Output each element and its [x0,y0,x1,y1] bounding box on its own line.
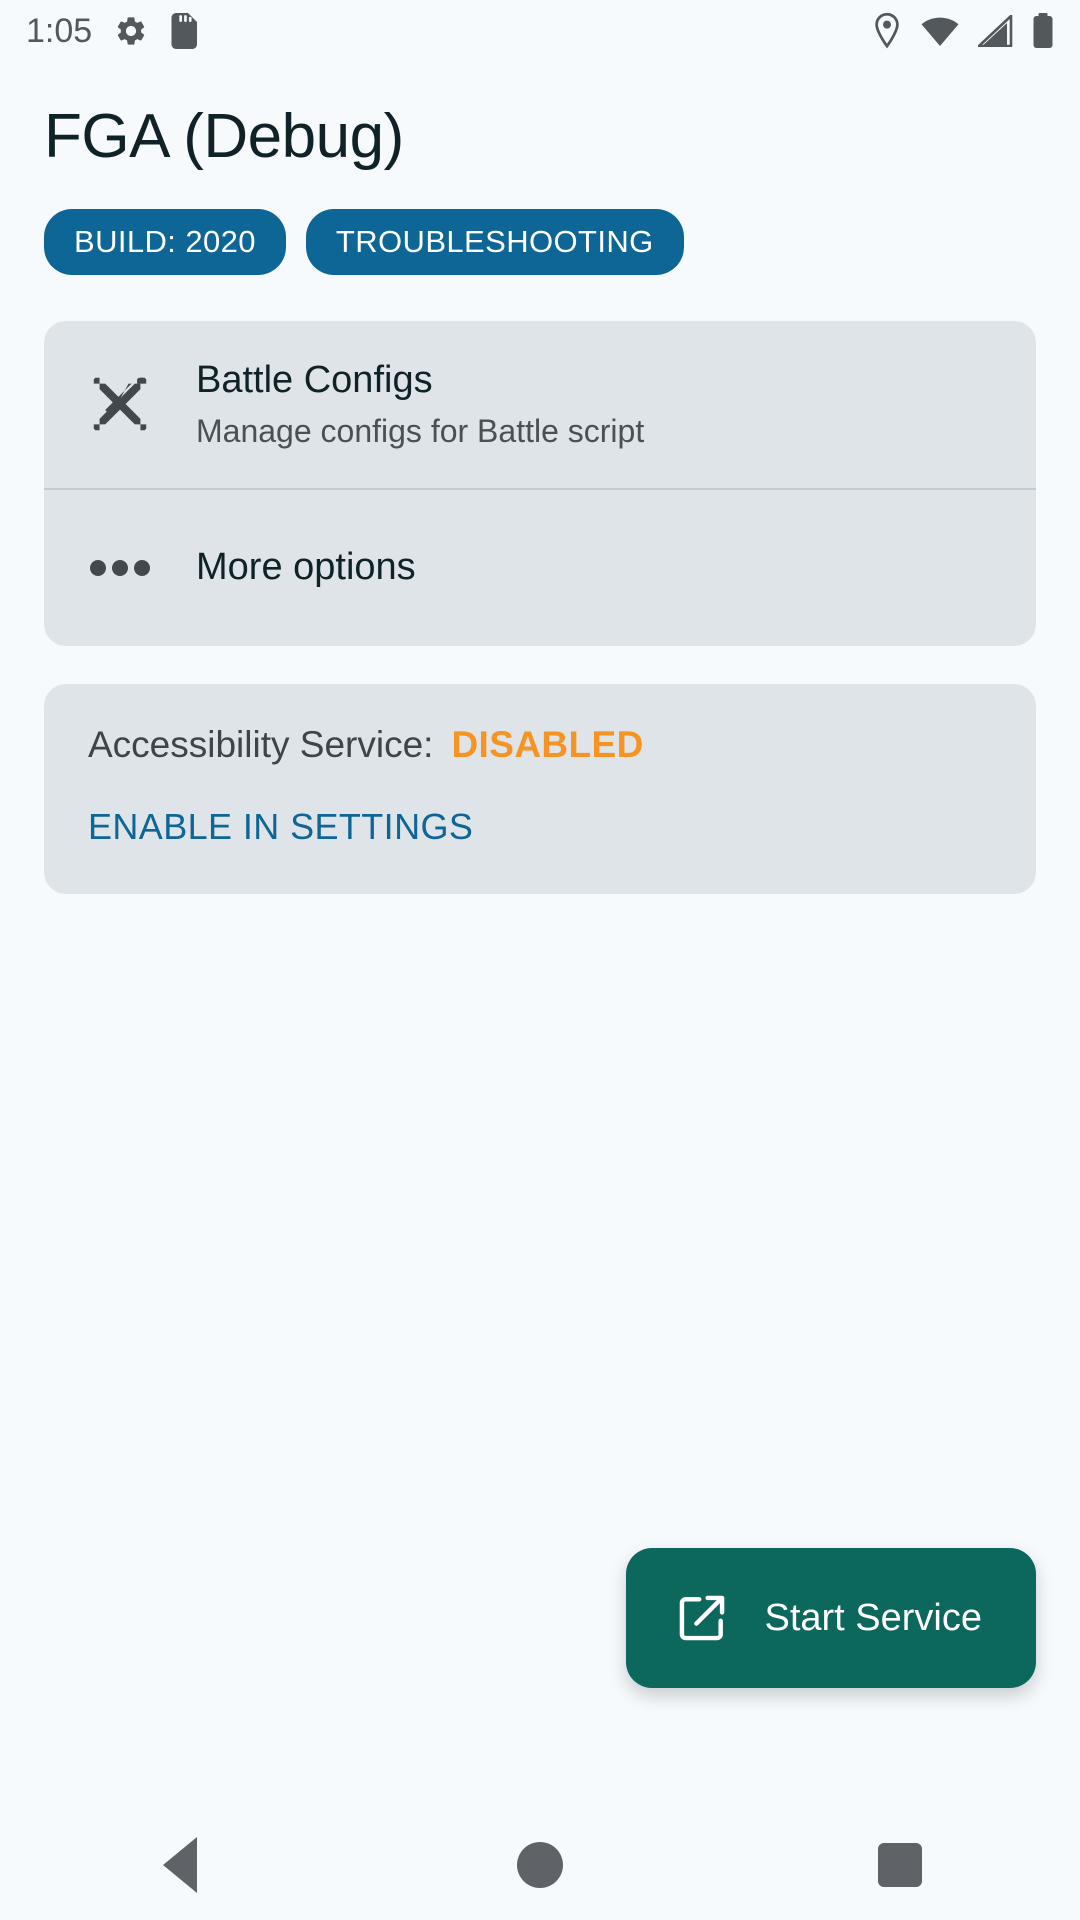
system-navigation-bar [0,1810,1080,1920]
home-circle-icon [517,1842,563,1888]
wifi-icon [920,15,960,47]
menu-card: Battle Configs Manage configs for Battle… [44,321,1036,646]
battery-icon [1032,13,1054,49]
list-item-text: More options [196,546,446,590]
status-bar-left: 1:05 [26,12,200,51]
status-clock: 1:05 [26,11,93,50]
nav-home-button[interactable] [440,1810,640,1920]
phone-screen: 1:05 FGA (Debug) BUILD: 2020 TROUBLESHOO… [0,0,1080,1920]
cellular-signal-icon [978,15,1014,47]
recents-square-icon [878,1843,922,1887]
crossed-swords-icon [44,369,196,439]
service-label: Accessibility Service: [88,723,434,765]
status-bar: 1:05 [0,0,1080,62]
chip-row: BUILD: 2020 TROUBLESHOOTING [44,209,1036,276]
list-item-title: Battle Configs [196,359,433,402]
location-pin-icon [872,12,902,50]
nav-back-button[interactable] [80,1810,280,1920]
open-in-new-icon [674,1590,730,1646]
list-item-title: More options [196,545,416,588]
back-triangle-icon [163,1837,197,1893]
main-content: FGA (Debug) BUILD: 2020 TROUBLESHOOTING [0,62,1080,1810]
status-bar-right [872,12,1054,50]
service-status-row: Accessibility Service: DISABLED [88,724,992,766]
sd-card-icon [170,13,200,49]
page-title: FGA (Debug) [44,102,404,171]
accessibility-service-card: Accessibility Service: DISABLED ENABLE I… [44,683,1036,894]
start-service-button[interactable]: Start Service [626,1548,1036,1688]
chip-troubleshooting[interactable]: TROUBLESHOOTING [305,209,684,276]
enable-in-settings-button[interactable]: ENABLE IN SETTINGS [88,806,473,848]
list-item-subtitle: Manage configs for Battle script [196,412,645,449]
status-badge: DISABLED [451,723,644,765]
list-item-battle-configs[interactable]: Battle Configs Manage configs for Battle… [44,321,1036,487]
settings-gear-icon [114,14,148,48]
more-horizontal-icon [44,557,196,579]
nav-recents-button[interactable] [800,1810,1000,1920]
start-service-label: Start Service [764,1596,982,1639]
chip-build[interactable]: BUILD: 2020 [44,209,286,276]
list-item-more-options[interactable]: More options [44,490,1036,646]
list-item-text: Battle Configs Manage configs for Battle… [196,359,674,449]
